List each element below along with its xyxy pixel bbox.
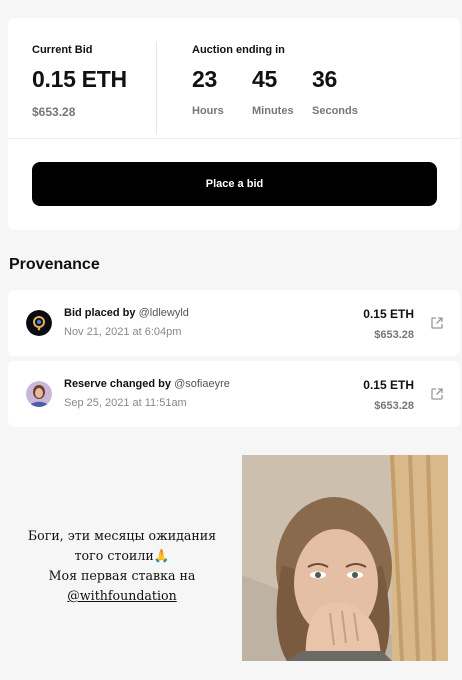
provenance-action-text: Reserve changed by — [64, 378, 171, 390]
auction-ending-label: Auction ending in — [192, 44, 285, 56]
provenance-usd: $653.28 — [374, 400, 414, 412]
provenance-handle-link[interactable]: @ldlewyld — [139, 307, 189, 319]
portrait-avatar-icon[interactable] — [26, 381, 52, 407]
caption-line: Боги, эти месяцы ожидания — [27, 528, 217, 543]
horizontal-divider — [8, 138, 460, 139]
place-bid-button[interactable]: Place a bid — [32, 162, 437, 206]
provenance-eth: 0.15 ETH — [363, 378, 414, 392]
minutes-value: 45 — [252, 66, 277, 92]
current-bid-section: Current Bid 0.15 ETH $653.28 — [32, 44, 127, 119]
provenance-eth: 0.15 ETH — [363, 307, 414, 321]
provenance-action: Reserve changed by @sofiaeyre — [64, 378, 230, 390]
provenance-usd: $653.28 — [374, 329, 414, 341]
auction-card: Current Bid 0.15 ETH $653.28 Auction end… — [8, 18, 460, 230]
story-caption: Боги, эти месяцы ожидания того стоили🙏 М… — [4, 526, 240, 606]
provenance-handle-link[interactable]: @sofiaeyre — [174, 378, 230, 390]
foundation-mention-link[interactable]: @withfoundation — [4, 586, 240, 606]
seconds-label: Seconds — [312, 105, 358, 117]
current-bid-label: Current Bid — [32, 44, 93, 56]
provenance-date: Sep 25, 2021 at 11:51am — [64, 397, 187, 409]
provenance-item: Reserve changed by @sofiaeyre Sep 25, 20… — [8, 361, 460, 427]
current-bid-amount: 0.15 ETH — [32, 66, 127, 92]
provenance-item: Bid placed by @ldlewyld Nov 21, 2021 at … — [8, 290, 460, 356]
hours-label: Hours — [192, 105, 224, 117]
selfie-photo — [242, 455, 448, 661]
minutes-label: Minutes — [252, 105, 294, 117]
current-bid-usd: $653.28 — [32, 105, 76, 119]
caption-line: Моя первая ставка на — [48, 568, 196, 583]
dark-orb-avatar-icon[interactable] — [26, 310, 52, 336]
provenance-title: Provenance — [9, 256, 100, 273]
caption-line: того стоили🙏 — [74, 548, 170, 563]
vertical-divider — [156, 42, 157, 134]
provenance-date: Nov 21, 2021 at 6:04pm — [64, 326, 182, 338]
timer-seconds: 36 Seconds — [312, 66, 372, 117]
timer-hours: 23 Hours — [192, 66, 252, 117]
timer-minutes: 45 Minutes — [252, 66, 312, 117]
hours-value: 23 — [192, 66, 217, 92]
provenance-action-text: Bid placed by — [64, 307, 136, 319]
external-link-icon[interactable] — [430, 316, 444, 330]
provenance-action: Bid placed by @ldlewyld — [64, 307, 189, 319]
external-link-icon[interactable] — [430, 387, 444, 401]
auction-timer: Auction ending in 23 Hours 45 Minutes 36… — [192, 44, 372, 117]
seconds-value: 36 — [312, 66, 337, 92]
